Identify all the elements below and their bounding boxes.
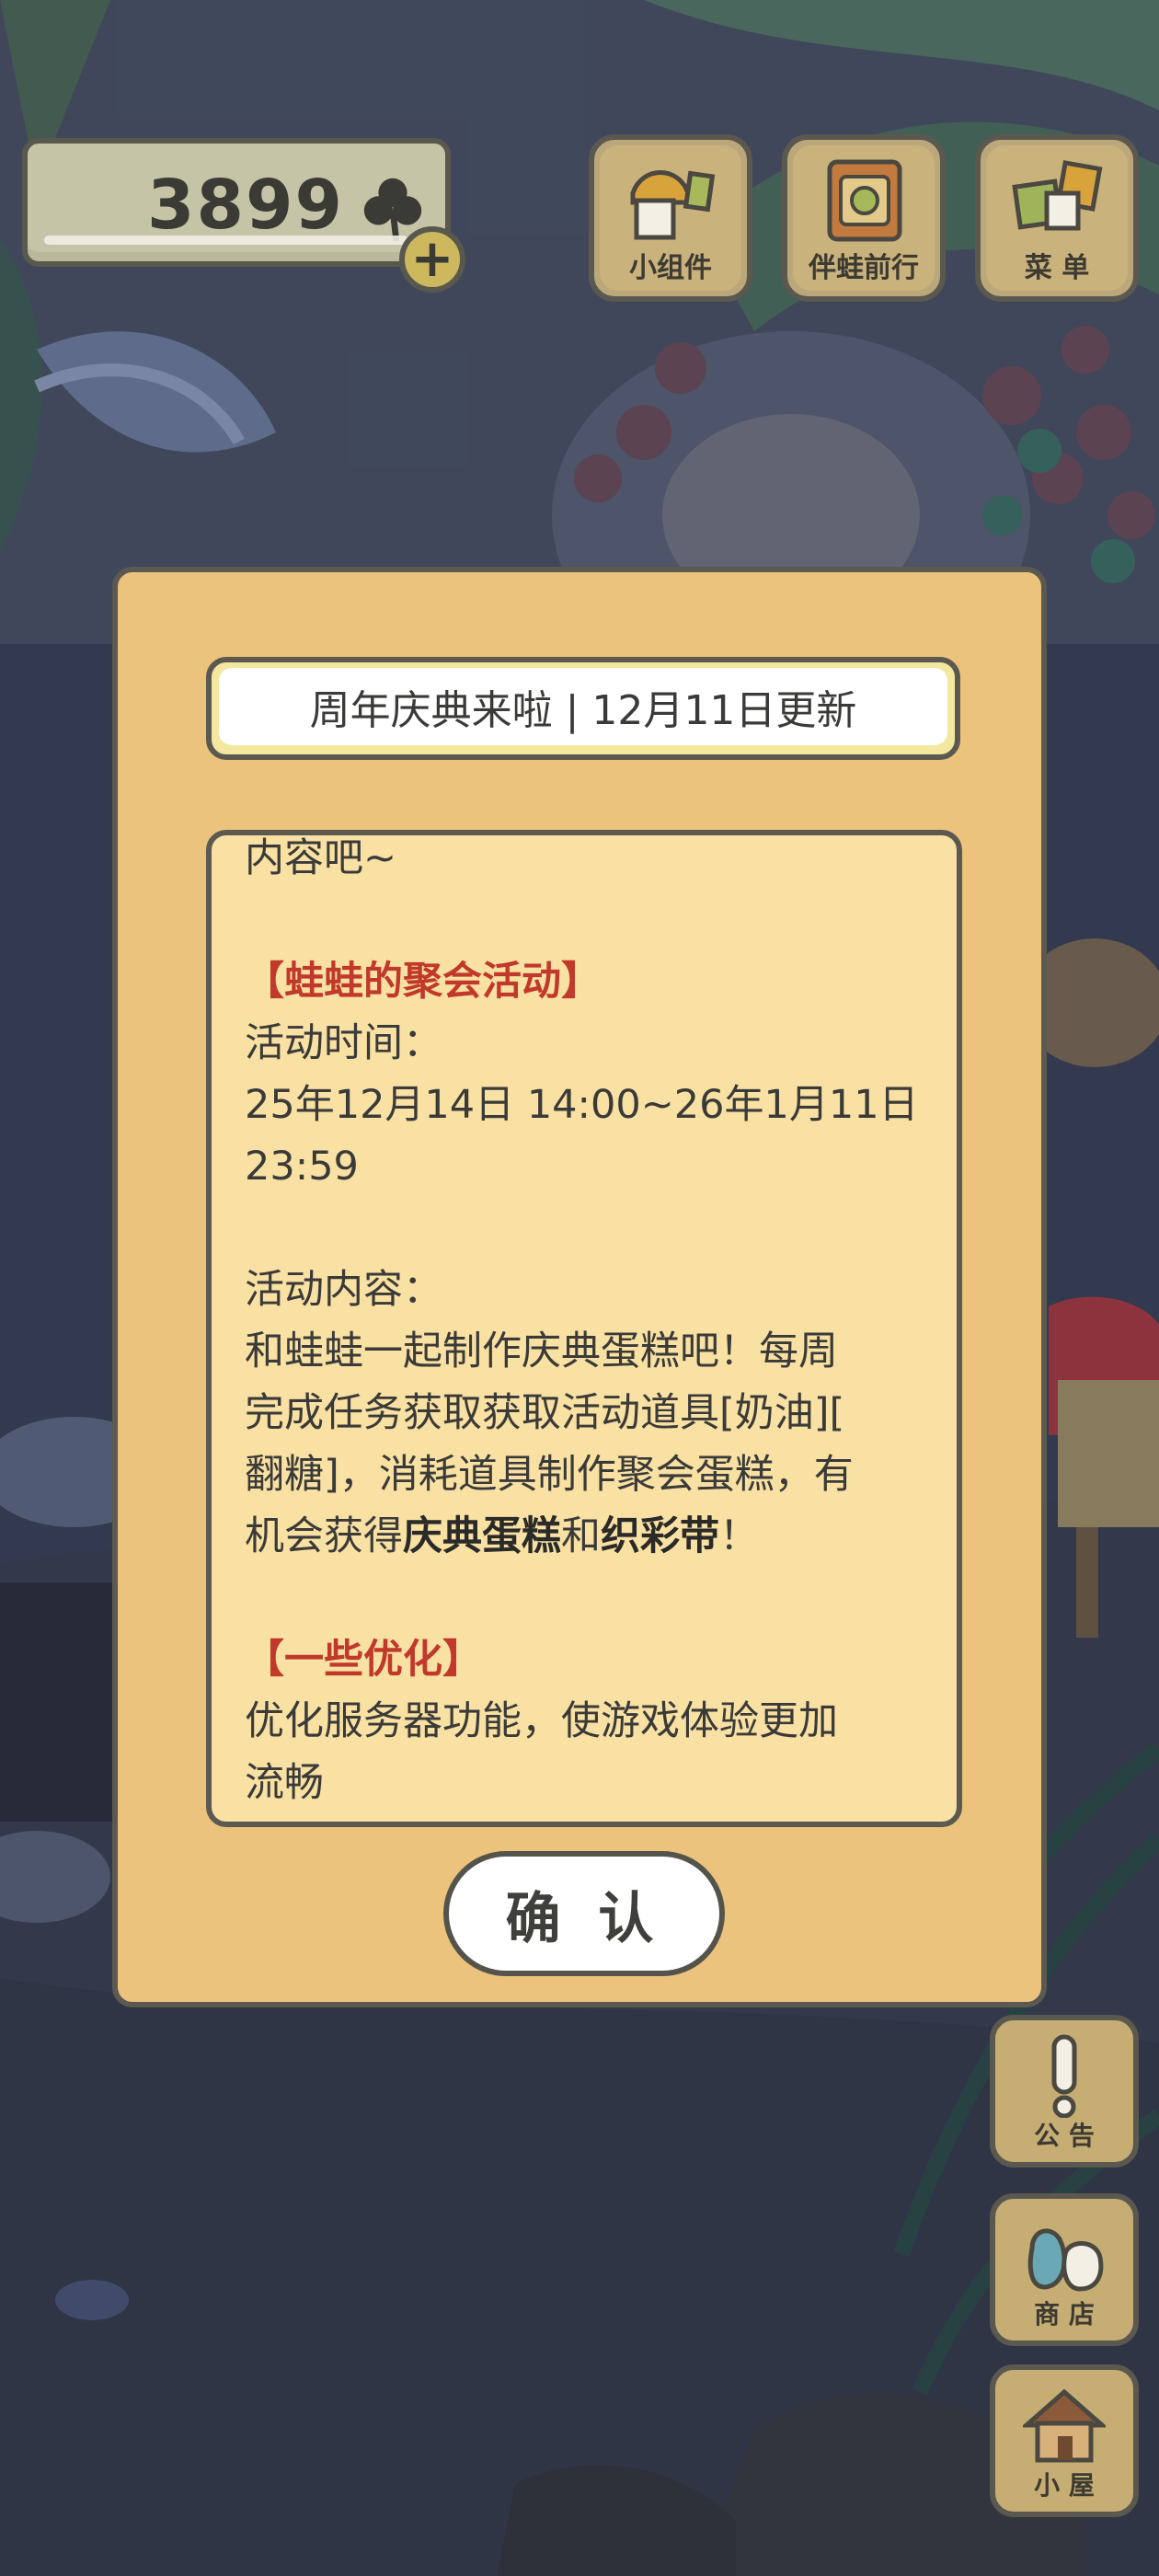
reward-colorful-ribbon: 织彩带: [601, 1513, 719, 1559]
event-content-label: 活动内容：: [245, 1267, 442, 1313]
update-announcement-dialog: 周年庆典来啦 | 12月11日更新 内容吧~ 【蛙蛙的聚会活动】 活动时间： 2…: [112, 567, 1047, 2007]
shop-button-label: 商 店: [1034, 2299, 1095, 2329]
partial-text-line: 内容吧~: [245, 835, 397, 881]
reward-celebration-cake: 庆典蛋糕: [403, 1513, 561, 1559]
event-content-line-2: 完成任务获取获取活动道具[奶油][: [245, 1390, 845, 1436]
section-title-optimization: 【一些优化】: [245, 1637, 482, 1683]
menu-button[interactable]: 菜 单: [975, 134, 1139, 302]
reward-text-end: ！: [719, 1513, 759, 1559]
optimization-line-1: 优化服务器功能，使游戏体验更加: [245, 1698, 838, 1744]
shop-button[interactable]: 商 店: [990, 2193, 1139, 2346]
add-clover-button[interactable]: +: [399, 226, 465, 293]
event-content-line-1: 和蛙蛙一起制作庆典蛋糕吧！每周: [245, 1328, 838, 1374]
dialog-title: 周年庆典来啦 | 12月11日更新: [219, 668, 947, 745]
menu-cards-icon: [1012, 160, 1103, 231]
clover-underline: [44, 236, 408, 245]
frog-companion-button[interactable]: 伴蛙前行: [782, 134, 946, 302]
dialog-title-frame: 周年庆典来啦 | 12月11日更新: [206, 657, 960, 760]
reward-text-prefix: 机会获得: [245, 1513, 403, 1559]
house-button[interactable]: 小 屋: [990, 2364, 1139, 2517]
clover-counter: 3899: [22, 138, 451, 267]
announcement-scroll-area[interactable]: 内容吧~ 【蛙蛙的聚会活动】 活动时间： 25年12月14日 14:00~26年…: [245, 835, 935, 1814]
bags-icon: [1027, 2228, 1104, 2292]
event-content-line-4: 机会获得庆典蛋糕和织彩带！: [245, 1506, 935, 1568]
menu-button-label: 菜 单: [1024, 252, 1090, 284]
announcement-content[interactable]: 内容吧~ 【蛙蛙的聚会活动】 活动时间： 25年12月14日 14:00~26年…: [206, 830, 962, 1827]
widget-icon: [630, 170, 716, 240]
exclamation-icon: [1051, 2034, 1077, 2118]
house-button-label: 小 屋: [1034, 2470, 1095, 2501]
announcement-button[interactable]: 公 告: [990, 2015, 1139, 2168]
section-title-event: 【蛙蛙的聚会活动】: [245, 959, 601, 1005]
announcement-button-label: 公 告: [1034, 2121, 1095, 2151]
event-time-label: 活动时间：: [245, 1020, 442, 1066]
widget-button-label: 小组件: [629, 252, 712, 284]
frog-companion-button-label: 伴蛙前行: [809, 252, 919, 284]
event-time-line-2: 23:59: [245, 1144, 359, 1190]
house-icon: [1023, 2388, 1106, 2463]
event-time-line-1: 25年12月14日 14:00~26年1月11日: [245, 1082, 919, 1128]
optimization-line-2: 流畅: [245, 1760, 324, 1806]
plus-icon: +: [410, 229, 454, 289]
reward-text-and: 和: [561, 1513, 601, 1559]
event-content-line-3: 翻糖]，消耗道具制作聚会蛋糕，有: [245, 1452, 854, 1498]
clover-count: 3899: [147, 166, 344, 245]
widget-button[interactable]: 小组件: [589, 134, 752, 302]
frog-companion-icon: [827, 159, 902, 242]
confirm-button[interactable]: 确 认: [443, 1851, 725, 1976]
